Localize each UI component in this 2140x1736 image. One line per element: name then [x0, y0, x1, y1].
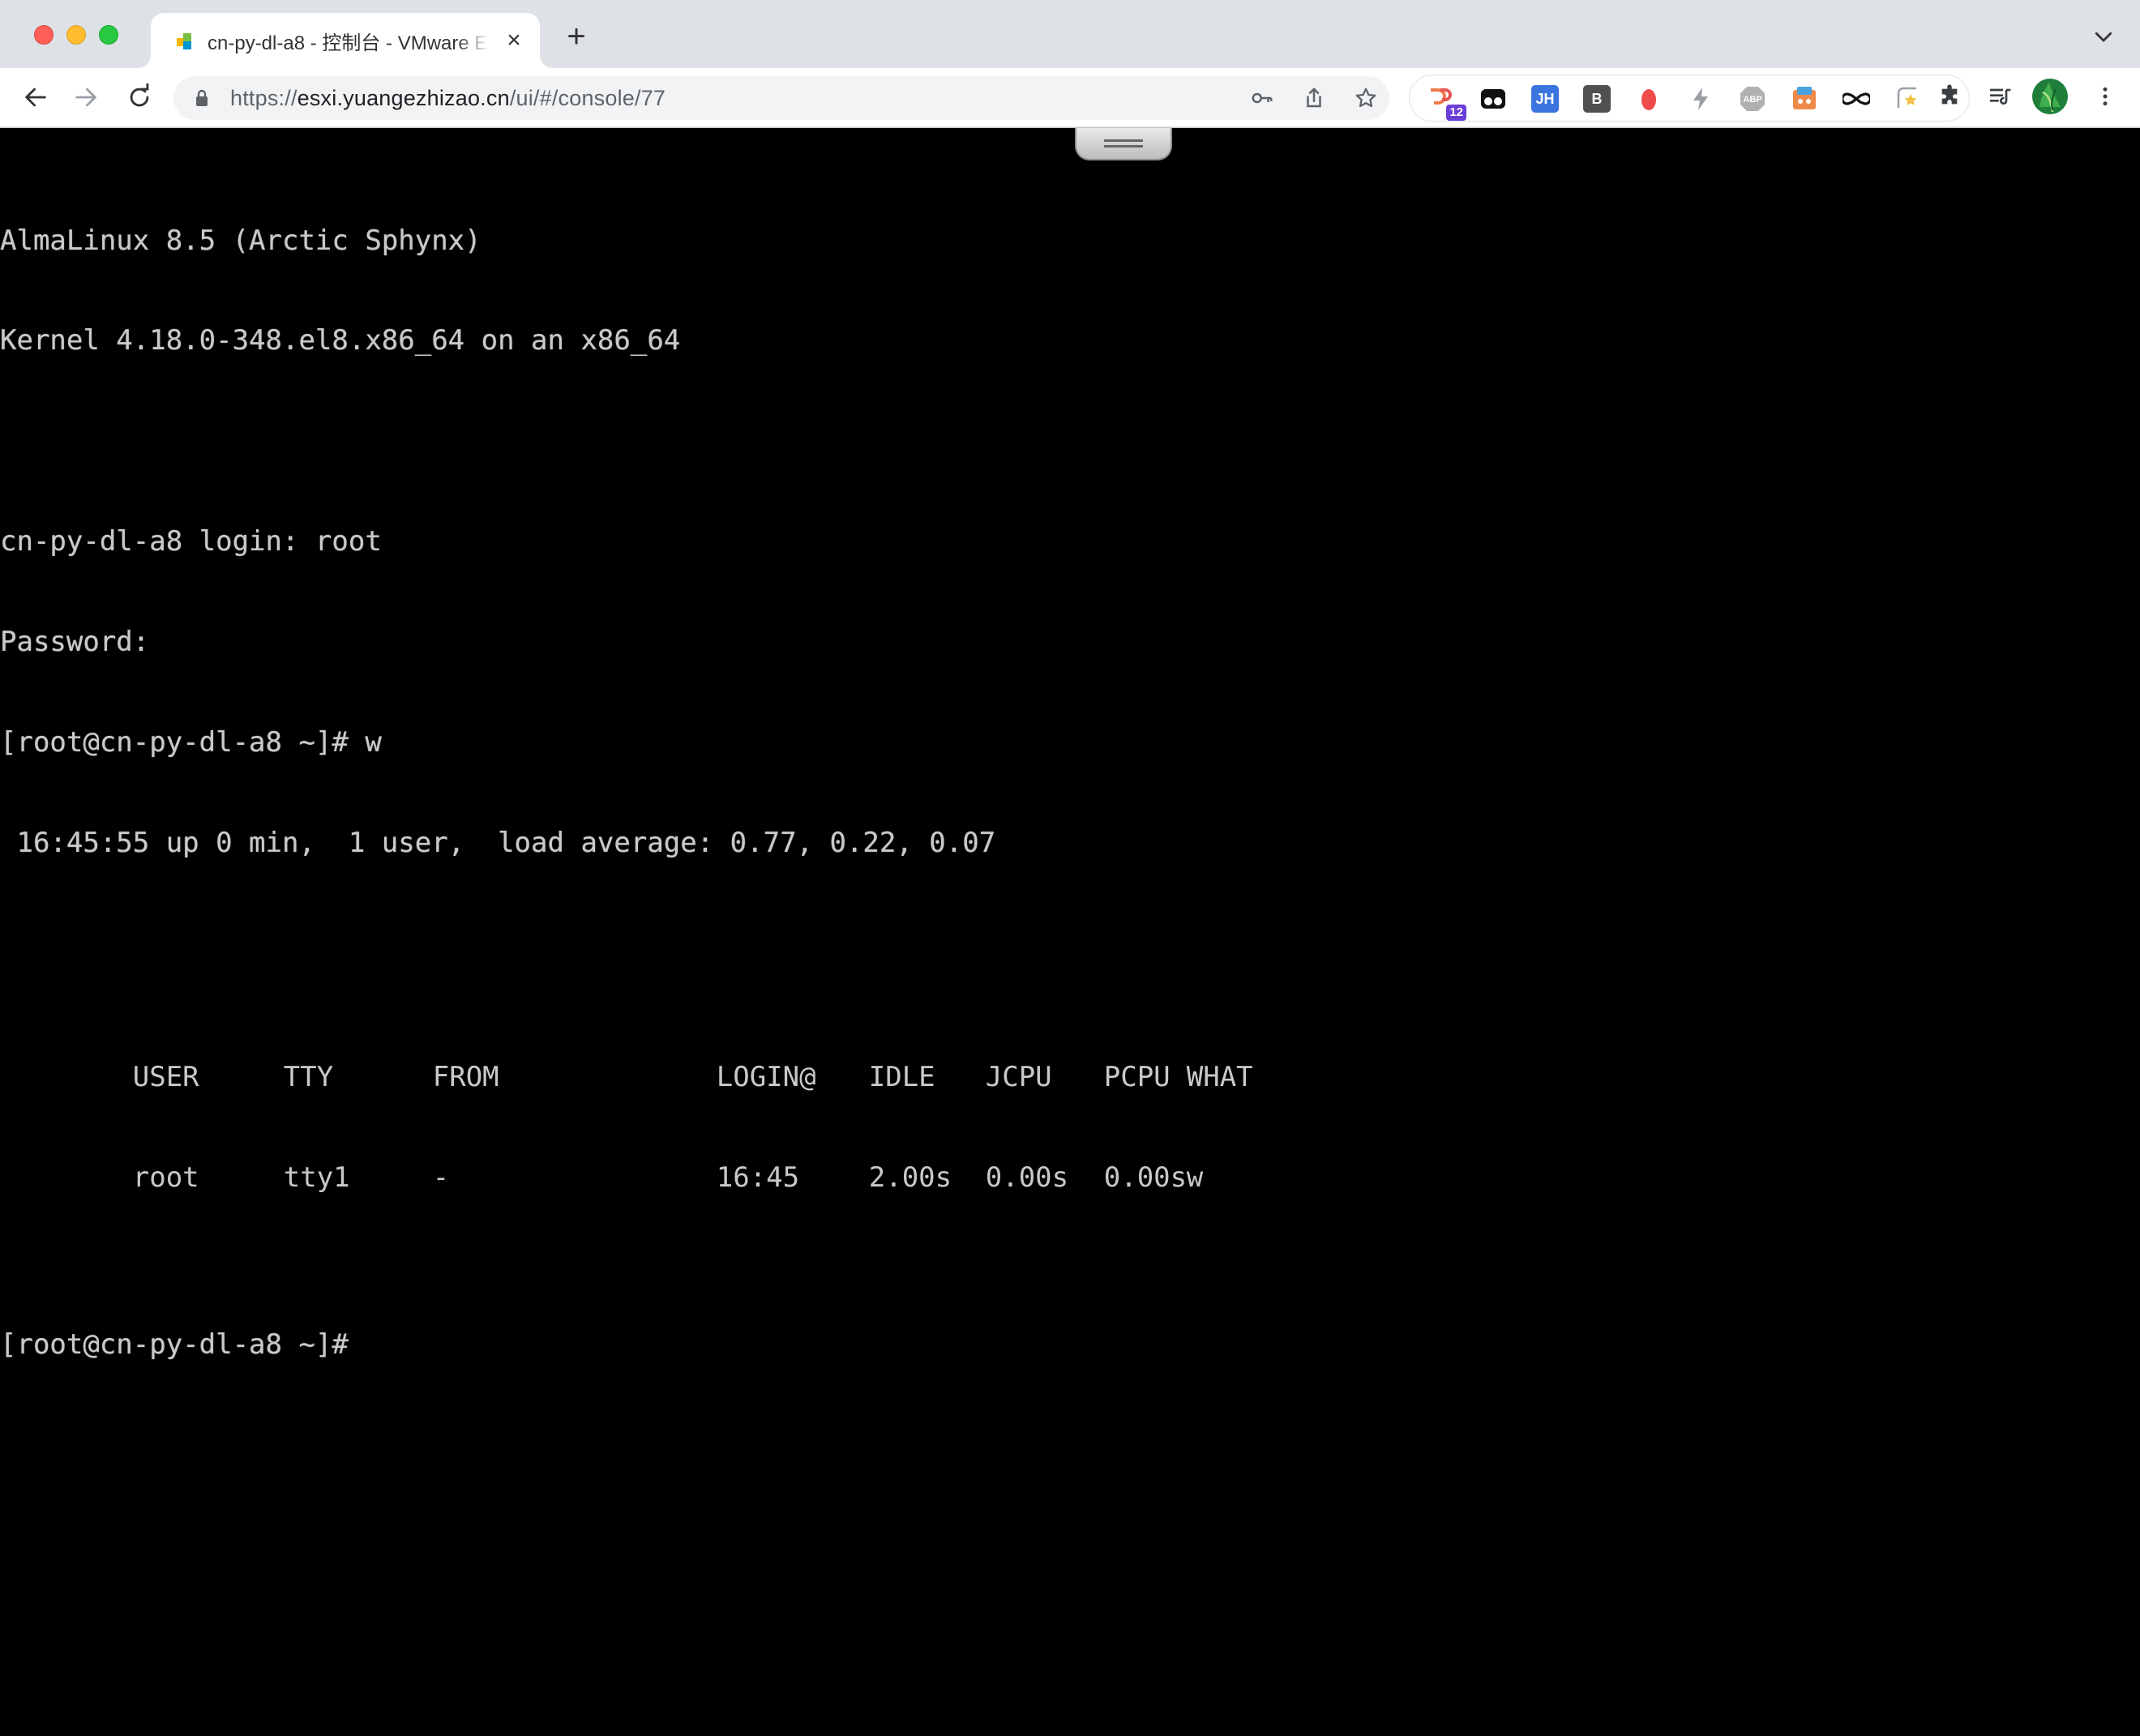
terminal-line: Password:	[0, 626, 150, 659]
w-table-cell: -	[432, 1161, 450, 1194]
w-table-row: root tty1-16:45 2.00s 0.00s 0.00sw	[0, 1128, 1203, 1194]
browser-chrome: cn-py-dl-a8 - 控制台 - VMware ESXi × + http…	[0, 0, 2140, 128]
w-table-header: JCPU	[985, 1061, 1052, 1094]
terminal-line: [root@cn-py-dl-a8 ~]# w	[0, 726, 382, 759]
url-scheme: https://	[230, 86, 297, 110]
extension-abp-icon[interactable]: ABP	[1739, 85, 1766, 113]
browser-tab-active[interactable]: cn-py-dl-a8 - 控制台 - VMware ESXi ×	[151, 13, 540, 68]
puzzle-extensions-icon[interactable]	[1931, 78, 1968, 115]
reading-list-icon[interactable]	[1981, 78, 2018, 115]
w-table-cell: 0.00s	[985, 1161, 1069, 1194]
extension-star-edit-icon[interactable]	[1894, 85, 1922, 113]
forward-arrow-icon[interactable]	[68, 79, 104, 115]
w-table-header: PCPU	[1103, 1061, 1171, 1094]
url-path: /ui/#/console/77	[509, 86, 666, 110]
url-host: esxi.yuangezhizao.cn	[297, 86, 510, 110]
terminal-line: 16:45:55 up 0 min, 1 user, load average:…	[0, 826, 996, 859]
terminal-line: AlmaLinux 8.5 (Arctic Sphynx)	[0, 224, 481, 257]
browser-toolbar: https://esxi.yuangezhizao.cn/ui/#/consol…	[0, 68, 2140, 126]
bookmark-star-icon[interactable]	[1352, 84, 1380, 112]
terminal-line: cn-py-dl-a8 login: root	[0, 525, 382, 558]
w-table-header: FROM	[432, 1061, 499, 1094]
extension-glasses-icon[interactable]	[1479, 85, 1507, 113]
new-tab-button[interactable]: +	[559, 19, 593, 53]
tab-title: cn-py-dl-a8 - 控制台 - VMware ESXi	[208, 32, 490, 54]
extensions-bar: 12 JH B ABP	[1409, 75, 1970, 122]
tab-strip: cn-py-dl-a8 - 控制台 - VMware ESXi × +	[0, 0, 2140, 68]
console-toolbar-handle[interactable]	[1075, 128, 1172, 160]
minimize-window-button[interactable]	[66, 25, 86, 45]
close-window-button[interactable]	[34, 25, 54, 45]
lock-icon[interactable]	[195, 88, 209, 108]
terminal-line: Kernel 4.18.0-348.el8.x86_64 on an x86_6…	[0, 324, 681, 357]
tab-search-chevron-icon[interactable]	[2091, 24, 2116, 49]
extension-lightning-icon[interactable]	[1687, 85, 1714, 113]
tab-close-icon[interactable]: ×	[501, 28, 527, 53]
key-icon[interactable]	[1248, 84, 1276, 112]
vmware-logo-icon	[173, 30, 195, 51]
url-text[interactable]: https://esxi.yuangezhizao.cn/ui/#/consol…	[230, 86, 666, 111]
w-table-header: USER	[132, 1061, 199, 1094]
w-table-cell: tty1	[283, 1161, 350, 1194]
more-options-icon[interactable]	[2086, 78, 2124, 115]
w-table-header: LOGIN@	[716, 1061, 816, 1094]
w-table-header: TTY	[283, 1061, 334, 1094]
w-table-cell: w	[1186, 1161, 1204, 1194]
share-icon[interactable]	[1300, 84, 1328, 112]
extension-photo-icon[interactable]	[1791, 85, 1818, 113]
profile-avatar[interactable]	[2031, 78, 2069, 115]
terminal-output[interactable]: AlmaLinux 8.5 (Arctic Sphynx) Kernel 4.1…	[0, 157, 1253, 1429]
w-command-table: USER TTY FROM LOGIN@ IDLE JCPU PCPU WHAT root tt…	[0, 960, 1253, 1228]
reload-icon[interactable]	[122, 79, 157, 115]
w-table-header: IDLE	[868, 1061, 935, 1094]
zoom-window-button[interactable]	[99, 25, 118, 45]
w-table-cell: root	[132, 1161, 199, 1194]
back-arrow-icon[interactable]	[18, 79, 54, 115]
extension-infinity-icon[interactable]	[1843, 85, 1870, 113]
extension-jh-icon[interactable]: JH	[1531, 85, 1559, 113]
extension-dp-icon[interactable]: 12	[1427, 85, 1466, 121]
extension-red-drop-icon[interactable]	[1635, 85, 1663, 113]
w-table-cell: 0.00s	[1103, 1161, 1188, 1194]
terminal-prompt[interactable]: [root@cn-py-dl-a8 ~]#	[0, 1328, 1151, 1362]
address-bar[interactable]: https://esxi.yuangezhizao.cn/ui/#/consol…	[173, 76, 1389, 120]
vm-console[interactable]: AlmaLinux 8.5 (Arctic Sphynx) Kernel 4.1…	[0, 128, 2140, 1736]
w-table-header-row: USER TTY FROM LOGIN@ IDLE JCPU PCPU WHAT	[0, 1028, 1253, 1093]
extension-badge: 12	[1446, 105, 1466, 121]
w-table-cell: 16:45	[716, 1161, 800, 1194]
extension-b-icon[interactable]: B	[1583, 85, 1611, 113]
svg-text:ABP: ABP	[1743, 95, 1761, 105]
w-table-cell: 2.00s	[868, 1161, 952, 1194]
w-table-header: WHAT	[1186, 1061, 1253, 1094]
